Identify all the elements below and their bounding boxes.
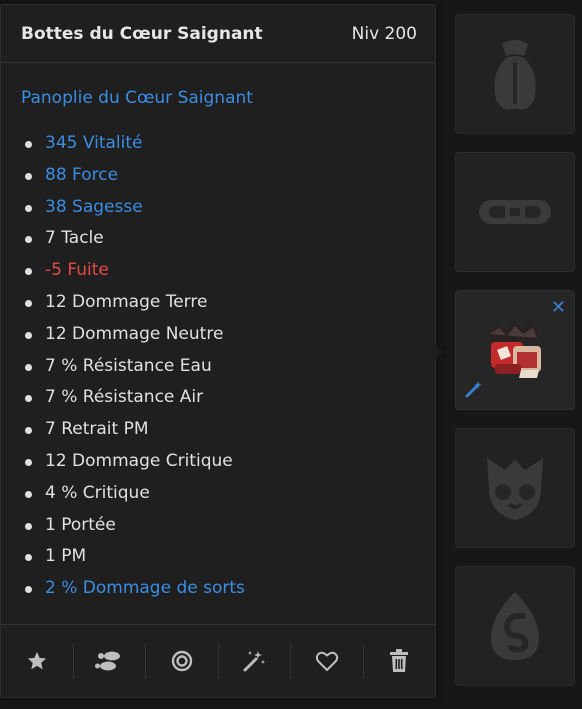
pet-slot[interactable] <box>455 428 575 548</box>
boots-slot[interactable]: ✕ <box>455 290 575 410</box>
item-level: Niv 200 <box>351 23 417 44</box>
stat-item: 1 Portée <box>23 510 435 542</box>
footsteps-icon <box>95 651 121 671</box>
stat-item: 7 Retrait PM <box>23 414 435 446</box>
heart-icon <box>315 651 338 671</box>
target-icon <box>171 650 192 672</box>
wishlist-button[interactable] <box>291 643 364 679</box>
trash-icon <box>390 649 409 672</box>
tooltip-actions <box>1 624 435 697</box>
tooltip-arrow <box>435 345 443 359</box>
stat-item: 345 Vitalité <box>23 128 435 160</box>
bleeding-heart-boots-icon <box>487 320 541 378</box>
pet-icon <box>487 458 543 520</box>
stat-item: -5 Fuite <box>23 255 435 287</box>
target-button[interactable] <box>146 643 219 679</box>
close-icon[interactable]: ✕ <box>551 299 566 317</box>
stats-list: 345 Vitalité 88 Force 38 Sagesse 7 Tacle… <box>1 128 435 605</box>
stat-item: 38 Sagesse <box>23 192 435 224</box>
dofus-egg-icon <box>491 592 539 660</box>
footsteps-button[interactable] <box>74 643 146 679</box>
tooltip-header: Bottes du Cœur Saignant Niv 200 <box>1 5 435 63</box>
favorite-button[interactable] <box>1 643 74 679</box>
stat-item: 7 Tacle <box>23 223 435 255</box>
stat-item: 7 % Résistance Eau <box>23 351 435 383</box>
amulet-icon <box>494 40 536 110</box>
stat-item: 4 % Critique <box>23 478 435 510</box>
set-link[interactable]: Panoplie du Cœur Saignant <box>1 63 435 128</box>
stat-item: 12 Dommage Critique <box>23 446 435 478</box>
stat-item: 12 Dommage Terre <box>23 287 435 319</box>
stat-item: 88 Force <box>23 160 435 192</box>
magic-wand-icon <box>243 651 266 672</box>
item-name: Bottes du Cœur Saignant <box>21 23 263 44</box>
delete-button[interactable] <box>364 643 436 679</box>
item-tooltip: Bottes du Cœur Saignant Niv 200 Panoplie… <box>0 4 443 698</box>
magic-button[interactable] <box>219 643 291 679</box>
star-icon <box>27 651 46 670</box>
belt-icon <box>479 200 551 224</box>
stat-item: 2 % Dommage de sorts <box>23 573 435 605</box>
magic-wand-icon <box>465 381 482 398</box>
stat-item: 7 % Résistance Air <box>23 382 435 414</box>
belt-slot[interactable] <box>455 152 575 272</box>
amulet-slot[interactable] <box>455 14 575 134</box>
dofus-slot[interactable] <box>455 566 575 686</box>
stat-item: 1 PM <box>23 541 435 573</box>
stat-item: 12 Dommage Neutre <box>23 319 435 351</box>
